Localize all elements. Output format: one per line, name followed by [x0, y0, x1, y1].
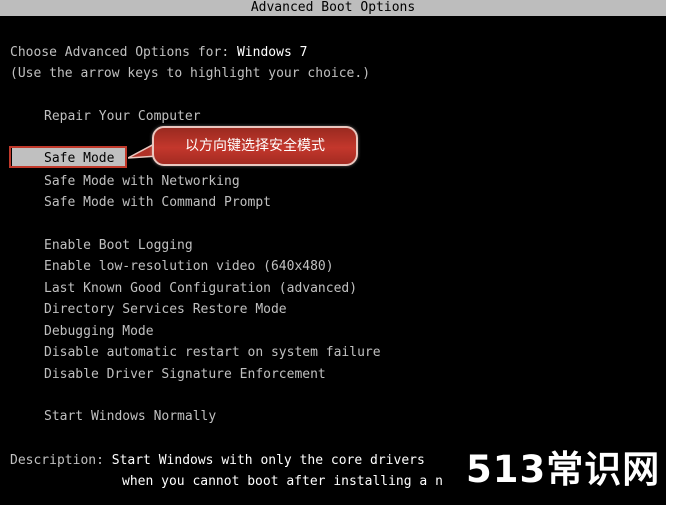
choose-os-line: Choose Advanced Options for: Windows 7 [10, 44, 307, 62]
menu-item-disable-driver-sig[interactable]: Disable Driver Signature Enforcement [44, 366, 326, 384]
instruction-line: (Use the arrow keys to highlight your ch… [10, 66, 371, 81]
screen-edge [666, 0, 673, 505]
menu-item-boot-logging[interactable]: Enable Boot Logging [44, 237, 193, 255]
menu-item-safe-mode[interactable]: Safe Mode [44, 150, 114, 168]
menu-item-safe-mode-cmd[interactable]: Safe Mode with Command Prompt [44, 194, 271, 212]
annotation-callout: 以方向键选择安全模式 [152, 126, 358, 166]
menu-item-safe-mode-networking[interactable]: Safe Mode with Networking [44, 173, 240, 191]
description-line-1: Description: Start Windows with only the… [10, 452, 425, 470]
menu-item-disable-auto-restart[interactable]: Disable automatic restart on system fail… [44, 344, 381, 362]
os-name: Windows 7 [236, 45, 308, 60]
description-label: Description: [10, 453, 112, 468]
menu-item-last-known-good[interactable]: Last Known Good Configuration (advanced) [44, 280, 357, 298]
site-watermark: 513常识网 [466, 448, 661, 491]
menu-item-low-res-video[interactable]: Enable low-resolution video (640x480) [44, 258, 334, 276]
callout-text: 以方向键选择安全模式 [185, 138, 325, 154]
menu-item-start-normally[interactable]: Start Windows Normally [44, 408, 216, 426]
description-line-2: when you cannot boot after installing a … [122, 473, 443, 491]
window-title: Advanced Boot Options [0, 0, 666, 16]
menu-item-repair[interactable]: Repair Your Computer [44, 108, 201, 126]
boot-screen: Advanced Boot Options Choose Advanced Op… [0, 0, 673, 505]
choose-prefix: Choose Advanced Options for: [10, 45, 237, 60]
menu-item-ds-restore[interactable]: Directory Services Restore Mode [44, 301, 287, 319]
description-text-1: Start Windows with only the core drivers [111, 453, 425, 468]
menu-item-debugging[interactable]: Debugging Mode [44, 323, 154, 341]
description-text-2: when you cannot boot after installing a … [122, 474, 443, 489]
